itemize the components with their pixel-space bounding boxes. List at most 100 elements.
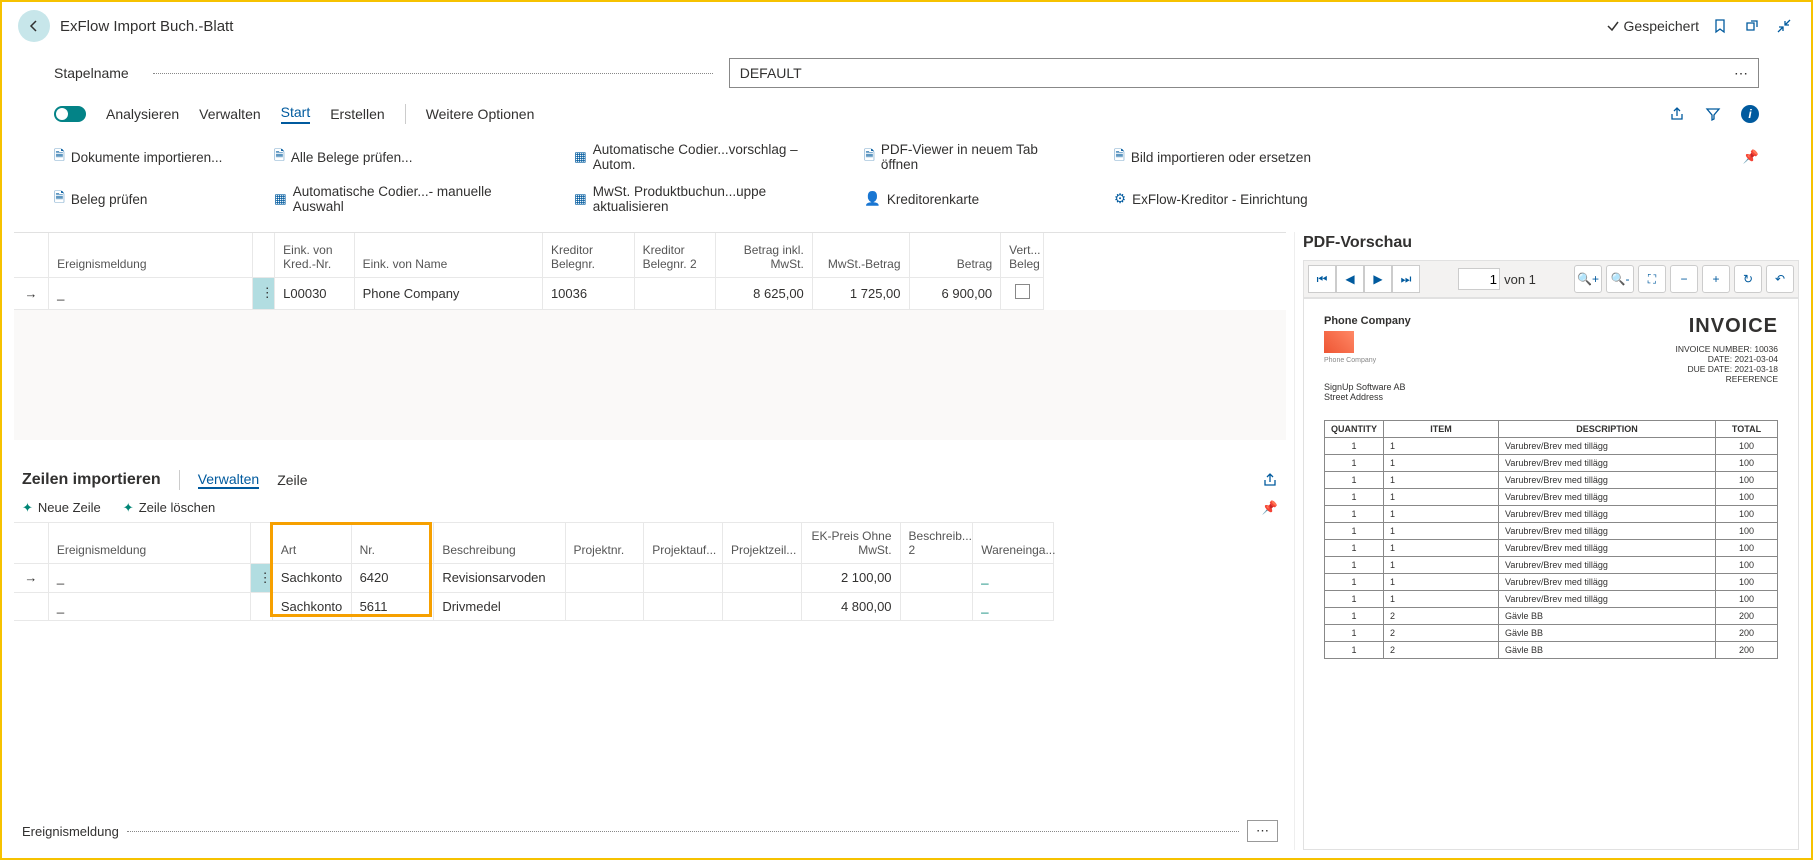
cell-receipt[interactable]: _ (973, 592, 1054, 620)
col-vat[interactable]: MwSt.-Betrag (812, 233, 909, 277)
cell-msg[interactable]: _ (49, 277, 253, 309)
lines-tab-line[interactable]: Zeile (277, 472, 307, 488)
action-import-image[interactable]: 🗎Bild importieren oder ersetzen (1114, 146, 1311, 169)
action-check-all-docs[interactable]: 🗎Alle Belege prüfen... (274, 146, 534, 169)
action-auto-coding-manual[interactable]: ▦Automatische Codier...- manuelle Auswah… (274, 184, 534, 214)
cell-vendor-name[interactable]: Phone Company (354, 277, 542, 309)
popout-icon[interactable] (1741, 15, 1763, 37)
col-doc-no[interactable]: Kreditor Belegnr. (542, 233, 634, 277)
pdf-refresh-button[interactable]: ↻ (1734, 265, 1762, 293)
cell-type[interactable]: Sachkonto (272, 592, 351, 620)
pdf-plus-button[interactable]: + (1702, 265, 1730, 293)
tab-create[interactable]: Erstellen (330, 106, 384, 122)
col-amount-incl[interactable]: Betrag inkl. MwSt. (716, 233, 813, 277)
action-delete-line[interactable]: ✦Zeile löschen (123, 500, 216, 516)
cell-projline[interactable] (722, 592, 801, 620)
pdf-prev-page-button[interactable]: ◀ (1336, 265, 1364, 293)
action-update-vat[interactable]: ▦MwSt. Produktbuchun...uppe aktualisiere… (574, 184, 824, 214)
pdf-fit-button[interactable]: ⛶ (1638, 265, 1666, 293)
cell-incl[interactable]: 8 625,00 (716, 277, 813, 309)
lcol-price[interactable]: EK-Preis Ohne MwSt. (801, 522, 900, 563)
pin-icon[interactable]: 📌 (1743, 149, 1759, 165)
cell-desc[interactable]: Revisionsarvoden (434, 563, 565, 592)
cell-no[interactable]: 5611 (351, 592, 434, 620)
tab-analyze[interactable]: Analysieren (106, 106, 179, 122)
info-icon[interactable]: i (1741, 105, 1759, 123)
pdf-zoom-in-button[interactable]: 🔍+ (1574, 265, 1602, 293)
lcol-proj[interactable]: Projektnr. (565, 522, 644, 563)
tab-start[interactable]: Start (281, 104, 311, 124)
row-menu[interactable] (250, 592, 272, 620)
filter-icon[interactable] (1705, 106, 1721, 122)
tab-manage[interactable]: Verwalten (199, 106, 260, 122)
cell-checkbox[interactable] (1001, 277, 1044, 309)
col-vert[interactable]: Vert... Beleg (1001, 233, 1044, 277)
header-row[interactable]: → _ ⋮ L00030 Phone Company 10036 8 625,0… (14, 277, 1044, 309)
pin-lines-icon[interactable]: 📌 (1262, 500, 1278, 516)
action-pdf-newtab[interactable]: 🗎PDF-Viewer in neuem Tab öffnen (864, 142, 1074, 172)
pdf-first-page-button[interactable]: ⏮ (1308, 265, 1336, 293)
action-exflow-vendor-setup[interactable]: ⚙ExFlow-Kreditor - Einrichtung (1114, 191, 1308, 207)
back-button[interactable] (18, 10, 50, 42)
share-lines-icon[interactable] (1262, 472, 1278, 488)
lcol-desc[interactable]: Beschreibung (434, 522, 565, 563)
col-amount[interactable]: Betrag (909, 233, 1001, 277)
col-vendor-no[interactable]: Eink. von Kred.-Nr. (275, 233, 354, 277)
cell-doc2[interactable] (634, 277, 715, 309)
line-row[interactable]: → _ ⋮ Sachkonto 6420 Revisionsarvoden 2 … (14, 563, 1054, 592)
cell-desc[interactable]: Drivmedel (434, 592, 565, 620)
lcol-projline[interactable]: Projektzeil... (722, 522, 801, 563)
cell-type[interactable]: Sachkonto (272, 563, 351, 592)
cell-msg[interactable]: _ (48, 563, 250, 592)
bookmark-icon[interactable] (1709, 15, 1731, 37)
lcol-no[interactable]: Nr. (351, 522, 434, 563)
pdf-next-page-button[interactable]: ▶ (1364, 265, 1392, 293)
collapse-icon[interactable] (1773, 15, 1795, 37)
lcol-projtask[interactable]: Projektauf... (644, 522, 723, 563)
action-new-line[interactable]: ✦Neue Zeile (22, 500, 101, 516)
analyze-toggle[interactable] (54, 106, 86, 122)
lines-scrollbar[interactable] (14, 621, 1286, 639)
cell-msg[interactable]: _ (48, 592, 250, 620)
pdf-last-page-button[interactable]: ⏭ (1392, 265, 1420, 293)
row-menu[interactable]: ⋮ (252, 277, 274, 309)
col-event-msg[interactable]: Ereignismeldung (49, 233, 253, 277)
col-doc-no2[interactable]: Kreditor Belegnr. 2 (634, 233, 715, 277)
lines-tab-manage[interactable]: Verwalten (198, 471, 259, 489)
col-vendor-name[interactable]: Eink. von Name (354, 233, 542, 277)
row-menu[interactable]: ⋮ (250, 563, 272, 592)
cell-projtask[interactable] (644, 592, 723, 620)
lcol-desc2[interactable]: Beschreib... 2 (900, 522, 973, 563)
h-scrollbar[interactable] (14, 440, 1286, 458)
cell-receipt[interactable]: _ (973, 563, 1054, 592)
cell-amount[interactable]: 6 900,00 (909, 277, 1001, 309)
cell-vat[interactable]: 1 725,00 (812, 277, 909, 309)
cell-vendor-no[interactable]: L00030 (275, 277, 354, 309)
cell-projtask[interactable] (644, 563, 723, 592)
cell-doc[interactable]: 10036 (542, 277, 634, 309)
cell-price[interactable]: 4 800,00 (801, 592, 900, 620)
action-check-doc[interactable]: 🗎Beleg prüfen (54, 188, 234, 211)
cell-desc2[interactable] (900, 592, 973, 620)
cell-desc2[interactable] (900, 563, 973, 592)
cell-proj[interactable] (565, 592, 644, 620)
ellipsis-icon[interactable]: ⋯ (1734, 65, 1748, 82)
lcol-receipt[interactable]: Wareneinga... (973, 522, 1054, 563)
lcol-type[interactable]: Art (272, 522, 351, 563)
cell-price[interactable]: 2 100,00 (801, 563, 900, 592)
action-auto-coding[interactable]: ▦Automatische Codier...vorschlag – Autom… (574, 142, 824, 172)
pdf-page-input[interactable] (1458, 268, 1500, 290)
tab-more-options[interactable]: Weitere Optionen (426, 106, 535, 122)
cell-projline[interactable] (722, 563, 801, 592)
action-import-documents[interactable]: 🗎Dokumente importieren... (54, 146, 234, 169)
line-row[interactable]: _ Sachkonto 5611 Drivmedel 4 800,00 _ (14, 592, 1054, 620)
pdf-minus-button[interactable]: − (1670, 265, 1698, 293)
share-icon[interactable] (1669, 106, 1685, 122)
more-button[interactable]: ⋯ (1247, 820, 1278, 842)
pdf-undo-button[interactable]: ↶ (1766, 265, 1794, 293)
batch-name-input[interactable]: DEFAULT ⋯ (729, 58, 1759, 88)
action-vendor-card[interactable]: 👤Kreditorenkarte (864, 191, 1074, 207)
cell-proj[interactable] (565, 563, 644, 592)
cell-no[interactable]: 6420 (351, 563, 434, 592)
pdf-zoom-out-button[interactable]: 🔍- (1606, 265, 1634, 293)
